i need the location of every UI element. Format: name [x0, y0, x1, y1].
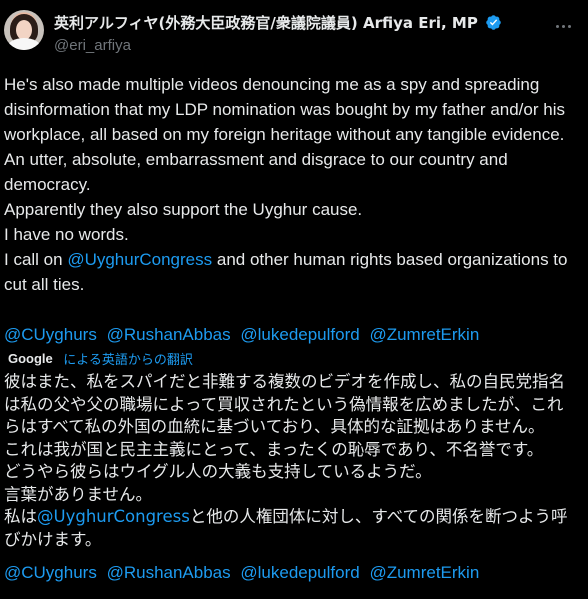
translated-paragraph: どうやら彼らはウイグル人の大義も支持しているようだ。	[4, 462, 432, 481]
author-name-row[interactable]: 英利アルフィヤ(外務大臣政務官/衆議院議員) Arfiya Eri, MP	[54, 13, 502, 33]
text-segment: I call on	[4, 250, 68, 269]
tweet-text-english: He's also made multiple videos denouncin…	[4, 72, 584, 297]
tweet-paragraph: An utter, absolute, embarrassment and di…	[4, 150, 508, 194]
text-segment: 私は	[4, 507, 37, 526]
translation-attribution: Google による英語からの翻訳	[8, 349, 193, 369]
author-display-name[interactable]: 英利アルフィヤ(外務大臣政務官/衆議院議員) Arfiya Eri, MP	[54, 14, 478, 32]
google-logo: Google	[8, 351, 53, 366]
mention-link[interactable]: @lukedepulford	[240, 563, 359, 582]
tweet-paragraph: I have no words.	[4, 225, 129, 244]
tweet: 英利アルフィヤ(外務大臣政務官/衆議院議員) Arfiya Eri, MP @e…	[0, 0, 588, 599]
mention-link[interactable]: @CUyghurs	[4, 563, 97, 582]
author-handle[interactable]: @eri_arfiya	[54, 36, 131, 56]
mention-link-uyghurcongress[interactable]: @UyghurCongress	[37, 507, 190, 526]
verified-badge-icon	[486, 15, 501, 30]
mention-link[interactable]: @RushanAbbas	[107, 563, 231, 582]
avatar-shoulders	[7, 38, 41, 50]
translated-paragraph: 彼はまた、私をスパイだと非難する複数のビデオを作成し、私の自民党指名は私の父や父…	[4, 372, 565, 436]
mention-link-uyghurcongress[interactable]: @UyghurCongress	[67, 250, 212, 269]
tweet-paragraph: He's also made multiple videos denouncin…	[4, 75, 565, 144]
mention-link[interactable]: @CUyghurs	[4, 325, 97, 344]
translated-paragraph: 私は@UyghurCongressと他の人権団体に対し、すべての関係を断つよう呼…	[4, 506, 578, 551]
avatar-face	[16, 20, 32, 40]
tweet-header: 英利アルフィヤ(外務大臣政務官/衆議院議員) Arfiya Eri, MP @e…	[4, 8, 584, 58]
tweet-text-japanese: 彼はまた、私をスパイだと非難する複数のビデオを作成し、私の自民党指名は私の父や父…	[4, 371, 578, 551]
translated-paragraph: これは我が国と民主主義にとって、まったくの恥辱であり、不名誉です。	[4, 439, 544, 459]
translated-paragraph: 言葉がありません。	[4, 484, 153, 504]
mention-list-japanese: @CUyghurs @RushanAbbas @lukedepulford @Z…	[4, 560, 484, 585]
mention-link[interactable]: @ZumretErkin	[369, 563, 479, 582]
mention-list-english: @CUyghurs @RushanAbbas @lukedepulford @Z…	[4, 322, 484, 347]
mention-link[interactable]: @lukedepulford	[240, 325, 359, 344]
mention-link[interactable]: @ZumretErkin	[369, 325, 479, 344]
avatar[interactable]	[4, 10, 44, 50]
mention-link[interactable]: @RushanAbbas	[107, 325, 231, 344]
tweet-paragraph: Apparently they also support the Uyghur …	[4, 200, 363, 219]
more-dots-icon[interactable]	[554, 16, 574, 36]
translated-by-link[interactable]: による英語からの翻訳	[63, 349, 193, 368]
tweet-paragraph: I call on @UyghurCongress and other huma…	[4, 247, 584, 297]
